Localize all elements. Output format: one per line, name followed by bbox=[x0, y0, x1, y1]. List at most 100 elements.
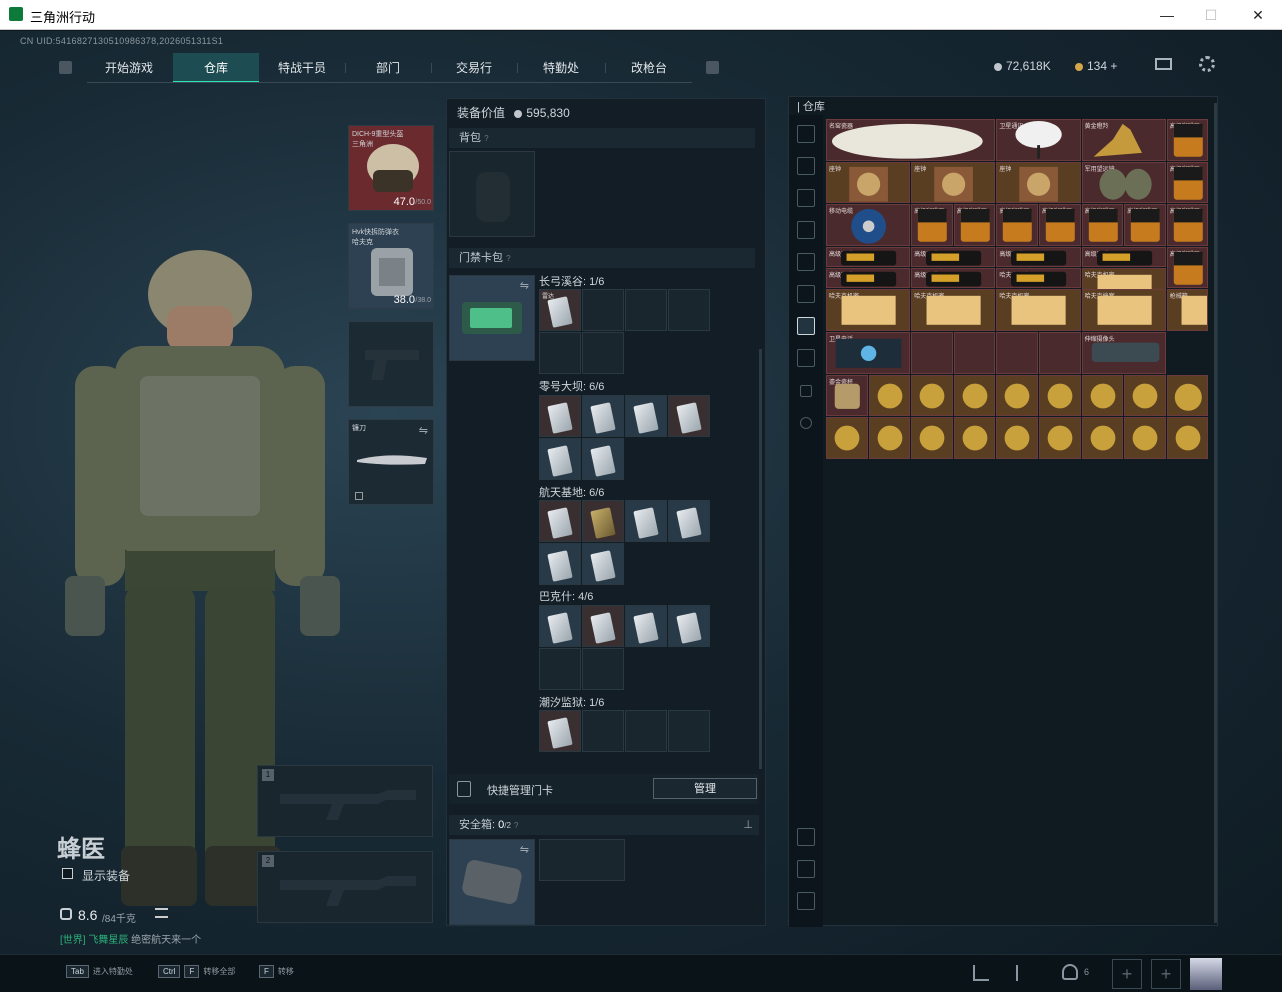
warehouse-item-small[interactable] bbox=[1039, 332, 1081, 374]
warehouse-item-small[interactable] bbox=[1166, 417, 1209, 459]
warehouse-item[interactable]: 移动电缆 bbox=[826, 204, 911, 246]
warehouse-item-small[interactable] bbox=[953, 374, 996, 417]
empty-cell[interactable] bbox=[582, 710, 624, 752]
warehouse-item-small[interactable] bbox=[911, 374, 953, 417]
friends-icon[interactable] bbox=[1062, 964, 1078, 980]
warehouse-item[interactable]: 高级咖啡豆 bbox=[911, 204, 953, 246]
flag-icon[interactable] bbox=[1016, 965, 1030, 981]
keycard-cell[interactable] bbox=[625, 500, 667, 542]
maximize-button[interactable]: ☐ bbox=[1201, 5, 1221, 25]
tab-trading[interactable]: 交易行 bbox=[432, 53, 516, 83]
stats-icon[interactable] bbox=[973, 965, 989, 981]
minimize-button[interactable]: — bbox=[1157, 5, 1177, 25]
show-equipment-checkbox[interactable] bbox=[62, 868, 73, 879]
keycard-cell[interactable] bbox=[582, 543, 624, 585]
warehouse-item[interactable]: 高级咖啡豆 bbox=[953, 204, 996, 246]
keycard-cell[interactable] bbox=[668, 500, 710, 542]
warehouse-item[interactable]: 鎏金瓷杯 bbox=[826, 374, 868, 417]
player-avatar[interactable] bbox=[1190, 958, 1222, 990]
warehouse-item-small[interactable] bbox=[1039, 417, 1081, 459]
safebox-empty-cell[interactable] bbox=[539, 839, 625, 881]
keycard-cell[interactable] bbox=[539, 543, 581, 585]
warehouse-item-small[interactable] bbox=[1081, 417, 1124, 459]
warehouse-item[interactable]: 哈夫克机密 bbox=[911, 289, 996, 331]
list-icon[interactable] bbox=[155, 908, 168, 918]
keycard-cell[interactable] bbox=[539, 500, 581, 542]
tab-start-game[interactable]: 开始游戏 bbox=[87, 53, 171, 83]
warehouse-item[interactable]: 高级咖啡豆 bbox=[1039, 204, 1081, 246]
keycard-cell[interactable] bbox=[625, 395, 667, 437]
lock-filter-icon[interactable] bbox=[800, 385, 812, 397]
settings-gear-icon[interactable] bbox=[1199, 56, 1215, 72]
keycard-cell[interactable] bbox=[582, 395, 624, 437]
warehouse-item[interactable]: 高级咖啡豆 bbox=[1124, 204, 1166, 246]
warehouse-item[interactable]: 黄金瞪羚 bbox=[1081, 119, 1166, 161]
safebox-slot[interactable]: ⇋ bbox=[449, 839, 535, 925]
keycard-cell[interactable] bbox=[668, 605, 710, 647]
close-button[interactable]: ✕ bbox=[1248, 5, 1268, 25]
keycard-cell[interactable] bbox=[539, 710, 581, 752]
warehouse-item-small[interactable] bbox=[996, 332, 1038, 374]
category-5-icon[interactable] bbox=[797, 253, 815, 271]
pistol-slot[interactable] bbox=[348, 321, 434, 407]
warehouse-item-small[interactable] bbox=[826, 417, 868, 459]
warehouse-item-small[interactable] bbox=[868, 374, 911, 417]
secondary-weapon-slot[interactable]: 2 bbox=[257, 851, 433, 923]
warehouse-item[interactable]: 座钟 bbox=[996, 161, 1081, 204]
warehouse-item[interactable]: 高级咖啡豆 bbox=[1081, 204, 1124, 246]
category-6-icon[interactable] bbox=[797, 285, 815, 303]
warehouse-item[interactable]: 高级咖啡豆 bbox=[1166, 161, 1209, 204]
add-teammate-button-2[interactable]: + bbox=[1151, 959, 1181, 989]
nav-right-key-icon[interactable] bbox=[706, 61, 719, 74]
empty-cell[interactable] bbox=[582, 289, 624, 331]
warehouse-item-small[interactable] bbox=[953, 332, 996, 374]
keycard-cell[interactable] bbox=[625, 605, 667, 647]
keycard-scrollbar[interactable] bbox=[759, 349, 762, 769]
empty-cell[interactable] bbox=[625, 710, 667, 752]
tab-operators[interactable]: 特战干员 bbox=[260, 53, 344, 83]
mail-icon[interactable] bbox=[1155, 58, 1172, 70]
keycard-cell[interactable] bbox=[582, 438, 624, 480]
warehouse-item-small[interactable] bbox=[1081, 374, 1124, 417]
warehouse-item-small[interactable] bbox=[911, 417, 953, 459]
helmet-slot[interactable]: DICH-9重型头盔 三角洲 47.0 /50.0 bbox=[348, 125, 434, 211]
melee-slot[interactable]: 镰刀 ⇋ bbox=[348, 419, 434, 505]
warehouse-item[interactable]: 座钟 bbox=[826, 161, 911, 204]
backup-icon[interactable] bbox=[797, 828, 815, 846]
category-2-icon[interactable] bbox=[797, 157, 815, 175]
warehouse-item[interactable]: 军用望远镜 bbox=[1081, 161, 1166, 204]
add-teammate-button-1[interactable]: + bbox=[1112, 959, 1142, 989]
manage-button[interactable]: 管理 bbox=[653, 778, 757, 799]
category-all-icon[interactable] bbox=[797, 125, 815, 143]
empty-cell[interactable] bbox=[539, 648, 581, 690]
keycard-cell[interactable] bbox=[539, 395, 581, 437]
tab-department[interactable]: 部门 bbox=[346, 53, 430, 83]
warehouse-item[interactable]: 高级咖啡豆 bbox=[996, 204, 1038, 246]
warehouse-item[interactable]: 高级咖啡豆 bbox=[911, 268, 996, 289]
pin-icon[interactable]: ⊥ bbox=[743, 815, 753, 835]
hotkey-enter-special[interactable]: Tab 进入特勤处 bbox=[66, 965, 133, 978]
nav-left-key-icon[interactable] bbox=[59, 61, 72, 74]
warehouse-item-small[interactable] bbox=[1039, 374, 1081, 417]
hotkey-transfer[interactable]: F 转移 bbox=[259, 965, 294, 978]
empty-cell[interactable] bbox=[582, 332, 624, 374]
category-8-icon[interactable] bbox=[797, 349, 815, 367]
keycard-cell[interactable] bbox=[582, 605, 624, 647]
warehouse-item-small[interactable] bbox=[911, 332, 953, 374]
warehouse-item[interactable]: 高级咖啡豆 bbox=[826, 246, 911, 268]
layers-icon[interactable] bbox=[797, 860, 815, 878]
warehouse-item-small[interactable] bbox=[996, 374, 1038, 417]
keycard-cell[interactable]: 雷达 bbox=[539, 289, 581, 331]
warehouse-item[interactable] bbox=[1166, 374, 1209, 417]
warehouse-item[interactable]: 卫星通讯 bbox=[996, 119, 1081, 161]
primary-weapon-slot[interactable]: 1 bbox=[257, 765, 433, 837]
warehouse-item-small[interactable] bbox=[1124, 417, 1166, 459]
warehouse-item[interactable]: 哈夫克机密 bbox=[826, 289, 911, 331]
category-4-icon[interactable] bbox=[797, 221, 815, 239]
warehouse-item[interactable]: 高级咖啡豆 bbox=[826, 268, 911, 289]
warehouse-item-small[interactable] bbox=[868, 417, 911, 459]
warehouse-item[interactable]: 哈夫克机密 bbox=[996, 268, 1081, 289]
warehouse-item[interactable]: 高级咖啡豆 bbox=[996, 246, 1081, 268]
swap-icon-safebox[interactable]: ⇋ bbox=[520, 843, 529, 856]
empty-cell[interactable] bbox=[539, 332, 581, 374]
